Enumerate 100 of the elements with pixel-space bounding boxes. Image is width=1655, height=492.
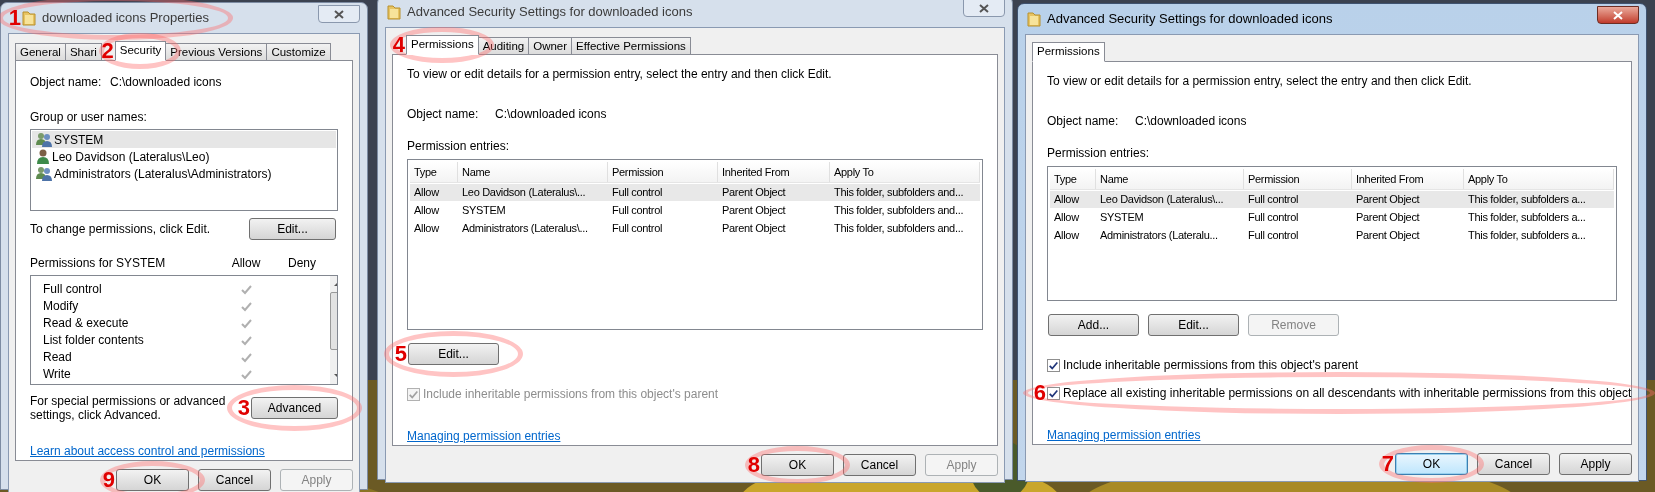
button[interactable]: Cancel — [1477, 453, 1550, 475]
step-number: 9 — [102, 469, 115, 491]
table-cell-text: Parent Object — [1355, 210, 1421, 226]
button[interactable]: Cancel — [198, 469, 271, 491]
column-header: Deny — [287, 255, 317, 272]
window-title: Advanced Security Settings for downloaded icons — [407, 3, 693, 22]
table-row[interactable]: Allow SYSTEM Full control Parent Object This folder, subfolders and... — [410, 202, 980, 219]
tab[interactable]: Previous Versions — [165, 43, 268, 61]
column-header[interactable]: Inherited From — [718, 162, 830, 182]
table-cell-text: Administrators (Lateralus\... — [461, 221, 589, 237]
close-button[interactable] — [963, 0, 1005, 17]
step-number: 1 — [8, 7, 21, 29]
close-button[interactable] — [1597, 6, 1639, 24]
step-number: 6 — [1033, 382, 1046, 404]
table-cell-text: Leo Davidson (Lateralus\... — [1099, 192, 1225, 208]
table-cell-text: This folder, subfolders and... — [833, 203, 965, 219]
table-row[interactable]: Allow Administrators (Lateralus\... Full control Parent Object This folder, subfolders and... — [410, 220, 980, 237]
help-link[interactable]: Learn about access control and permissions — [30, 442, 265, 460]
tab[interactable]: Owner — [528, 37, 573, 55]
field-value: C:\downloaded icons — [1135, 113, 1247, 130]
column-header[interactable]: Apply To — [1464, 169, 1614, 189]
table-row[interactable]: Allow SYSTEM Full control Parent Object This folder, subfolders a... — [1050, 209, 1614, 226]
button[interactable]: Advanced — [251, 397, 338, 419]
permission-name: Write — [43, 365, 72, 383]
table-cell-text: Full control — [1247, 228, 1300, 244]
table-cell-text: This folder, subfolders a... — [1467, 228, 1587, 244]
checkbox-label: Include inheritable permissions from this object's parent — [423, 386, 719, 403]
tab[interactable]: Customize — [266, 43, 331, 61]
button[interactable]: OK — [1395, 453, 1468, 475]
close-button[interactable] — [318, 5, 360, 23]
tab[interactable]: General — [15, 43, 66, 61]
table-cell-text: Full control — [611, 203, 664, 219]
column-header: Allow — [230, 255, 262, 272]
permission-name: Full control — [43, 280, 103, 298]
table-row[interactable]: Allow Leo Davidson (Lateralus\... Full control Parent Object This folder, subfolders a... — [1050, 191, 1614, 208]
button[interactable]: OK — [116, 469, 189, 491]
column-header[interactable]: Permission — [608, 162, 718, 182]
tab[interactable]: Security — [114, 41, 167, 61]
table-cell-text: Allow — [1053, 228, 1080, 244]
tab[interactable]: Shari — [64, 43, 102, 61]
field-value: C:\downloaded icons — [495, 106, 607, 123]
table-cell-text: Full control — [611, 185, 664, 201]
column-header[interactable]: Type — [410, 162, 458, 182]
button[interactable]: OK — [761, 454, 834, 476]
folder-icon — [1027, 11, 1041, 27]
list-item[interactable]: Administrators (Lateralus\Administrators) — [32, 165, 336, 182]
section-label: Group or user names: — [30, 109, 148, 126]
field-label: Object name: — [1047, 113, 1120, 130]
button[interactable]: Apply — [1559, 453, 1632, 475]
tab[interactable]: Effective Permissions — [571, 37, 691, 55]
column-header[interactable]: Apply To — [830, 162, 980, 182]
table-cell-text: Parent Object — [1355, 192, 1421, 208]
step-number: 3 — [237, 397, 250, 419]
table-cell-text: Parent Object — [721, 203, 787, 219]
list-item[interactable]: SYSTEM — [32, 131, 336, 148]
table-cell-text: Leo Davidson (Lateralus\... — [461, 185, 587, 201]
folder-icon — [387, 4, 401, 20]
close-icon — [979, 3, 989, 13]
step-number: 8 — [747, 454, 760, 476]
field-value: C:\downloaded icons — [110, 74, 222, 91]
folder-icon — [22, 10, 36, 26]
table-cell-text: Allow — [1053, 210, 1080, 226]
step-number: 4 — [392, 34, 405, 56]
table-row[interactable]: Allow Leo Davidson (Lateralus\... Full control Parent Object This folder, subfolders and... — [410, 184, 980, 201]
step-number: 7 — [1381, 453, 1394, 475]
tab[interactable]: Permissions — [1032, 42, 1105, 62]
table-cell-text: Parent Object — [721, 221, 787, 237]
checkbox-label: Replace all existing inheritable permissions on all descendants with inheritable permissions from this object — [1063, 385, 1632, 402]
instruction-text: To view or edit details for a permission entry, select the entry and then click Edit. — [407, 66, 833, 83]
table-cell-text: Parent Object — [721, 185, 787, 201]
column-header[interactable]: Type — [1050, 169, 1096, 189]
table-cell-text: Allow — [1053, 192, 1080, 208]
table-cell-text: Allow — [413, 203, 440, 219]
column-header[interactable]: Name — [458, 162, 608, 182]
section-label: Permissions for SYSTEM — [30, 255, 167, 272]
table-cell-text: Full control — [1247, 192, 1300, 208]
column-header[interactable]: Inherited From — [1352, 169, 1464, 189]
button[interactable]: Cancel — [843, 454, 916, 476]
button[interactable]: Edit... — [249, 218, 336, 240]
table-cell-text: Parent Object — [1355, 228, 1421, 244]
button[interactable]: Edit... — [1148, 314, 1239, 336]
checkbox[interactable] — [1047, 358, 1060, 372]
button[interactable]: Add... — [1048, 314, 1139, 336]
help-link[interactable]: Managing permission entries — [407, 427, 561, 445]
table-cell-text: SYSTEM — [1099, 210, 1145, 226]
column-header[interactable]: Permission — [1244, 169, 1352, 189]
table-cell-text: This folder, subfolders and... — [833, 221, 965, 237]
button[interactable]: Edit... — [408, 343, 499, 365]
table-row[interactable]: Allow Administrators (Lateralu... Full control Parent Object This folder, subfolders a... — [1050, 227, 1614, 244]
hint-text: For special permissions or advanced settings, click Advanced. — [30, 394, 227, 422]
tab[interactable]: Permissions — [406, 35, 479, 55]
section-label: Permission entries: — [1047, 145, 1151, 162]
checkbox[interactable] — [1047, 386, 1060, 400]
table-cell-text: Allow — [413, 185, 440, 201]
table-cell-text: Administrators (Lateralu... — [1099, 228, 1219, 244]
users-icon — [36, 166, 52, 181]
list-item[interactable]: Leo Davidson (Lateralus\Leo) — [32, 148, 336, 165]
column-header[interactable]: Name — [1096, 169, 1244, 189]
help-link[interactable]: Managing permission entries — [1047, 426, 1201, 444]
hint-text: To change permissions, click Edit. — [30, 221, 211, 238]
